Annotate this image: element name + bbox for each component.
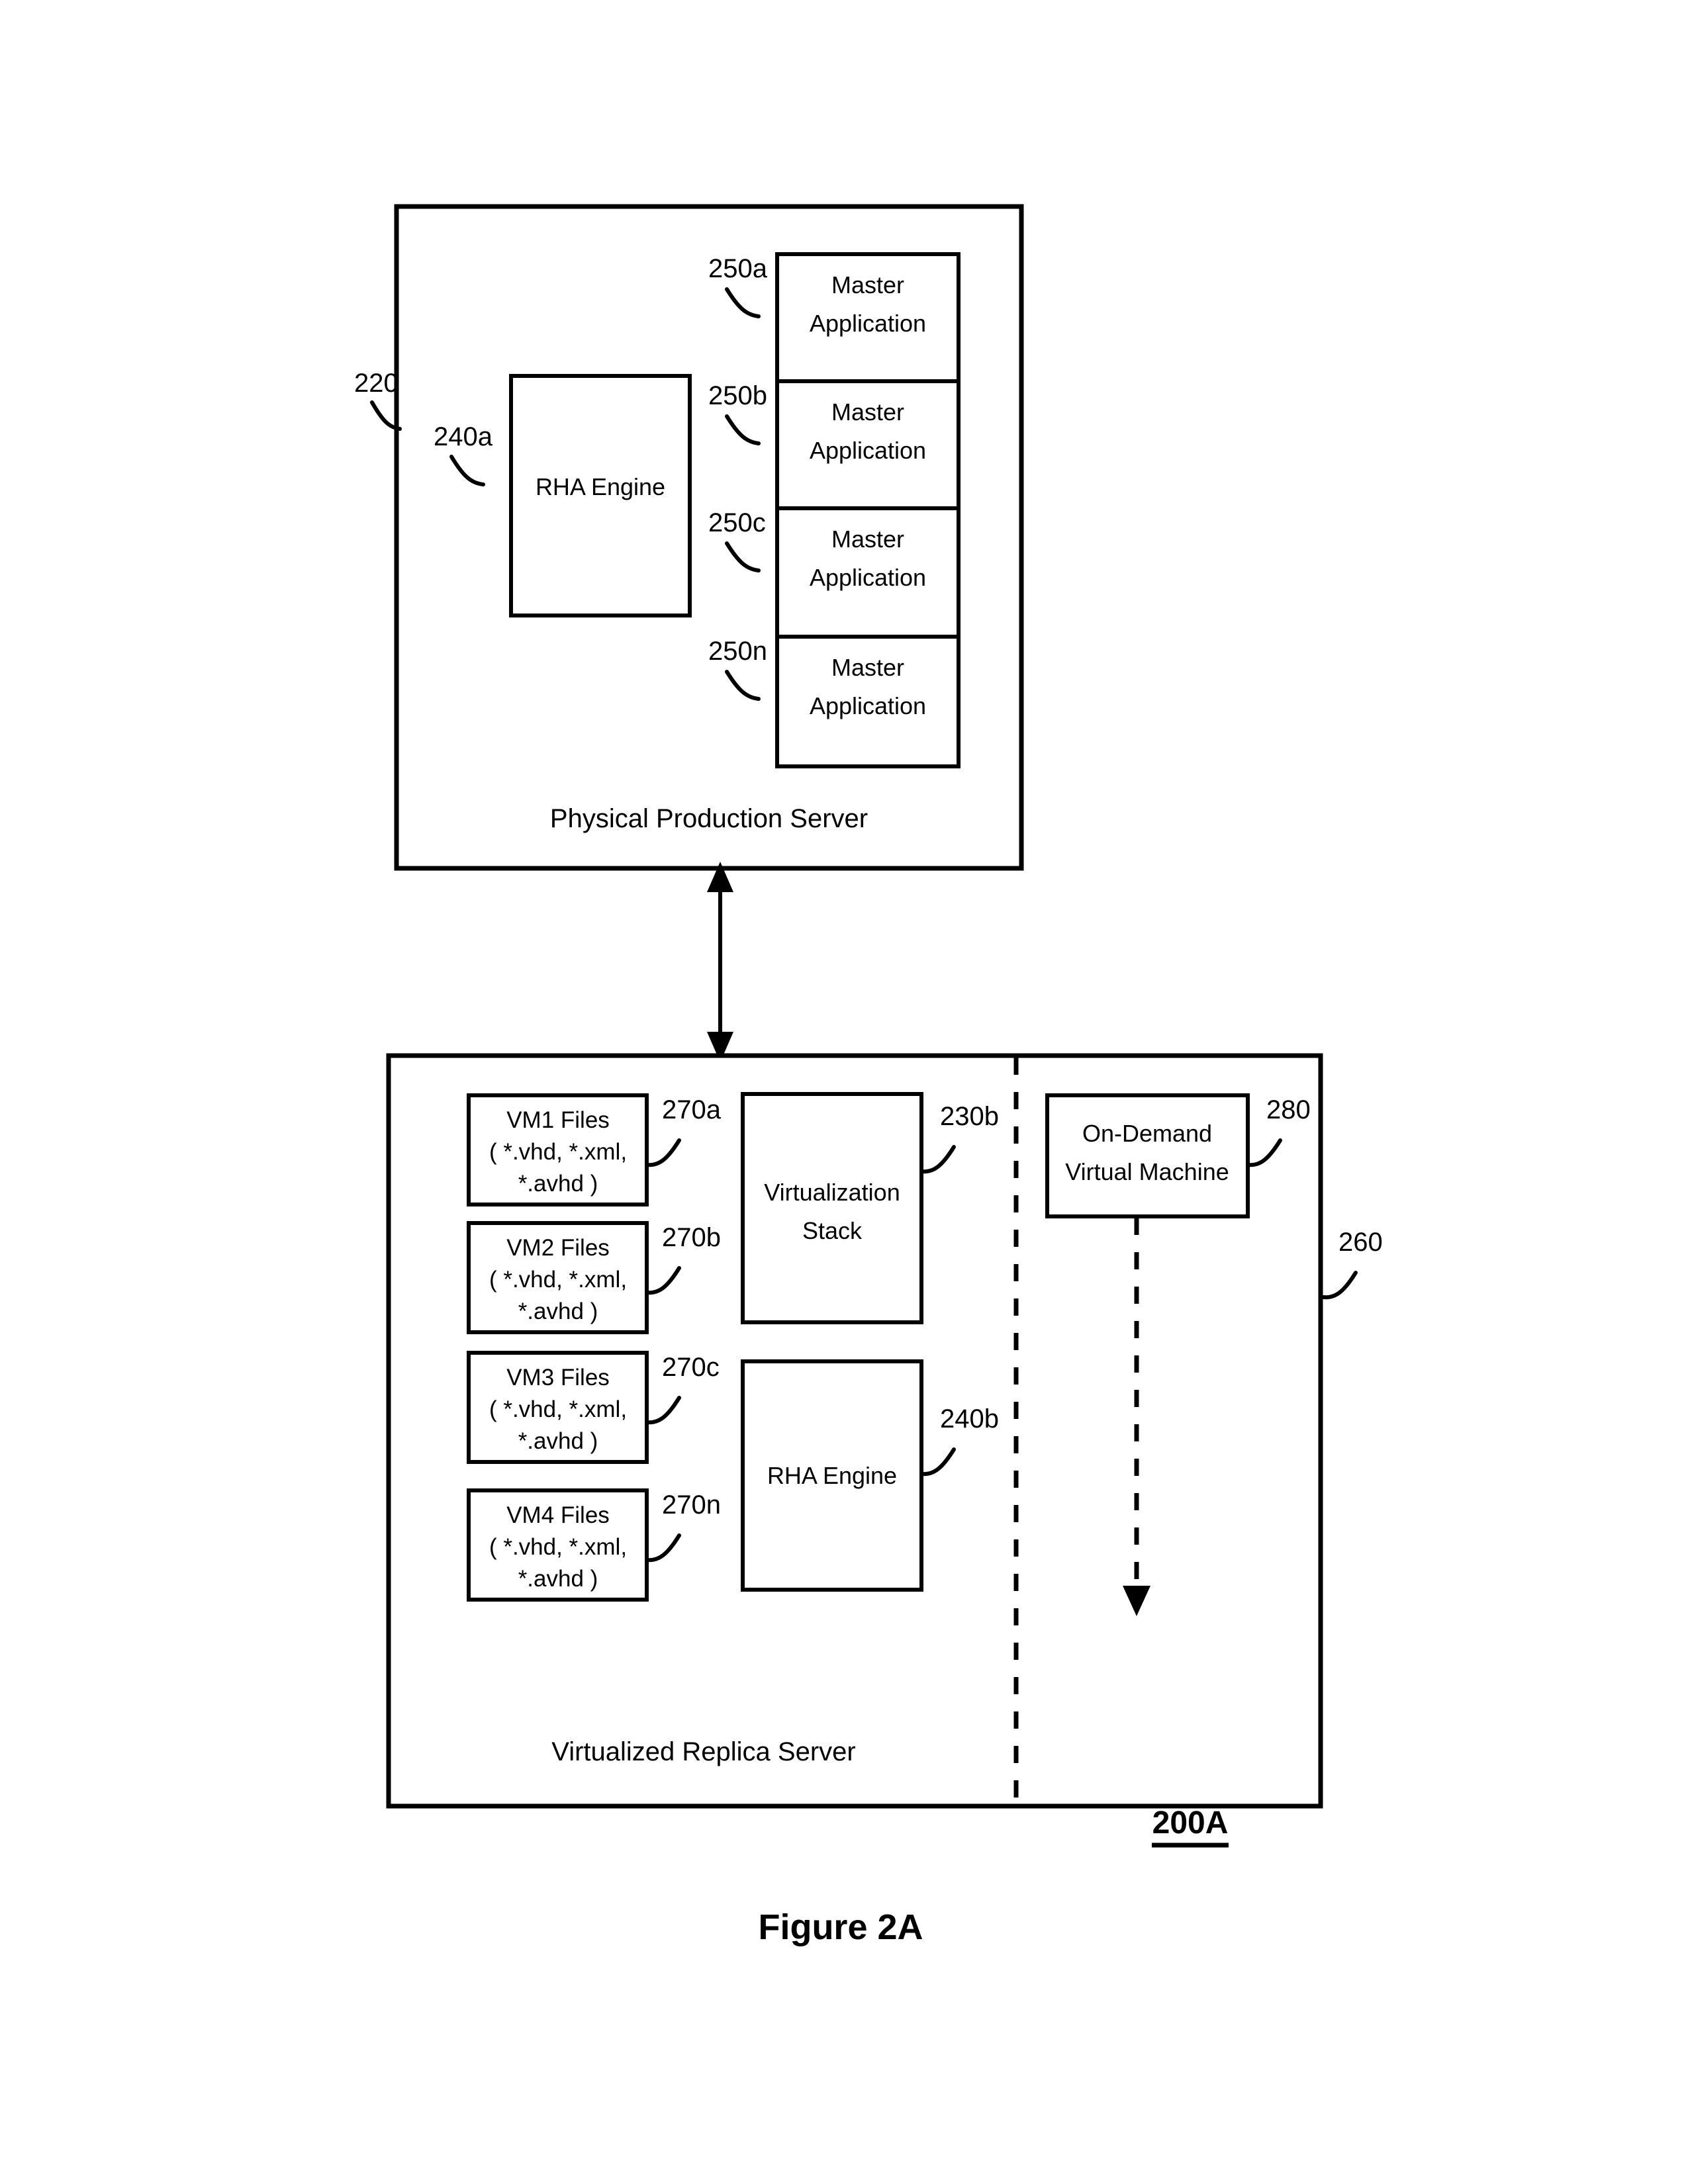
master-application-label-250b-line2: Application <box>810 437 926 464</box>
vm-files-label-270a-line3: *.avhd ) <box>518 1171 598 1197</box>
vm-files-box-270c: VM3 Files ( *.vhd, *.xml, *.avhd ) <box>467 1351 649 1464</box>
vm-files-label-270c-line3: *.avhd ) <box>518 1428 598 1454</box>
rha-engine-box-replica: RHA Engine <box>741 1359 923 1592</box>
vm-files-box-270b: VM2 Files ( *.vhd, *.xml, *.avhd ) <box>467 1221 649 1334</box>
master-application-label-250c-line2: Application <box>810 564 926 591</box>
ref-label-270c: 270c <box>662 1353 720 1382</box>
ref-label-240b: 240b <box>940 1404 999 1433</box>
ref-label-250b: 250b <box>708 381 767 410</box>
ref-label-270n: 270n <box>662 1490 721 1520</box>
vm-files-box-270n: VM4 Files ( *.vhd, *.xml, *.avhd ) <box>467 1488 649 1602</box>
vm-files-label-270n-line1: VM4 Files <box>506 1502 610 1528</box>
on-demand-virtual-machine-rect <box>1045 1093 1250 1218</box>
rha-engine-box-production: RHA Engine <box>509 374 692 617</box>
vm-files-label-270a-line1: VM1 Files <box>506 1107 610 1133</box>
system-reference-label: 200A <box>1152 1805 1229 1841</box>
vm-files-label-270n-line3: *.avhd ) <box>518 1566 598 1592</box>
ref-label-250a: 250a <box>708 254 768 283</box>
ref-label-240a: 240a <box>434 422 493 451</box>
virtualization-stack-label-line1: Virtualization <box>764 1179 900 1206</box>
on-demand-virtual-machine-label-line1: On-Demand <box>1082 1120 1212 1147</box>
master-application-box-250c: Master Application <box>775 506 961 640</box>
master-application-box-250a: Master Application <box>775 252 961 386</box>
vm-files-label-270b-line2: ( *.vhd, *.xml, <box>489 1267 627 1293</box>
virtualization-stack-rect <box>741 1092 923 1324</box>
master-application-label-250a-line1: Master <box>831 271 904 298</box>
vm-files-label-270c-line2: ( *.vhd, *.xml, <box>489 1396 627 1422</box>
system-reference-200a: 200A <box>1152 1805 1229 1848</box>
rha-engine-label-production: RHA Engine <box>536 473 665 500</box>
virtualization-stack-label-line2: Stack <box>802 1217 863 1244</box>
vm-files-label-270n-line2: ( *.vhd, *.xml, <box>489 1534 627 1560</box>
vm-files-label-270b-line3: *.avhd ) <box>518 1298 598 1324</box>
ref-label-270a: 270a <box>662 1095 722 1124</box>
master-application-label-250n-line1: Master <box>831 654 904 681</box>
master-application-label-250n-line2: Application <box>810 692 926 719</box>
patent-figure-2a: 220 RHA Engine 240a Master Application 2… <box>0 0 1688 2184</box>
on-demand-virtual-machine-label-line2: Virtual Machine <box>1065 1158 1229 1185</box>
ref-label-270b: 270b <box>662 1223 721 1252</box>
vm-files-label-270a-line2: ( *.vhd, *.xml, <box>489 1139 627 1165</box>
replication-arrow-bidirectional <box>707 862 733 1062</box>
physical-production-server-container: 220 RHA Engine 240a Master Application 2… <box>354 204 1024 871</box>
figure-caption: Figure 2A <box>758 1907 923 1947</box>
vm-files-box-270a: VM1 Files ( *.vhd, *.xml, *.avhd ) <box>467 1093 649 1206</box>
ref-label-250c: 250c <box>708 508 766 537</box>
on-demand-virtual-machine-box: On-Demand Virtual Machine <box>1045 1093 1250 1218</box>
master-application-box-250b: Master Application <box>775 379 961 513</box>
ref-label-260: 260 <box>1338 1228 1383 1257</box>
virtualization-stack-box: Virtualization Stack <box>741 1092 923 1324</box>
virtualized-replica-server-title: Virtualized Replica Server <box>551 1737 855 1766</box>
ref-label-280: 280 <box>1266 1095 1311 1124</box>
ref-label-220: 220 <box>354 369 399 398</box>
ref-leader-260 <box>1321 1271 1358 1300</box>
master-application-label-250a-line2: Application <box>810 310 926 337</box>
virtualized-replica-server-container: 260 VM1 Files ( *.vhd, *.xml, *.avhd ) 2… <box>386 1053 1383 1809</box>
ref-label-230b: 230b <box>940 1102 999 1131</box>
physical-production-server-title: Physical Production Server <box>550 804 868 833</box>
master-application-box-250n: Master Application <box>775 635 961 768</box>
rha-engine-label-replica: RHA Engine <box>767 1462 897 1489</box>
master-application-label-250c-line1: Master <box>831 525 904 553</box>
vm-files-label-270c-line1: VM3 Files <box>506 1365 610 1390</box>
ref-label-250n: 250n <box>708 637 767 666</box>
vm-files-label-270b-line1: VM2 Files <box>506 1235 610 1261</box>
master-application-label-250b-line1: Master <box>831 398 904 426</box>
